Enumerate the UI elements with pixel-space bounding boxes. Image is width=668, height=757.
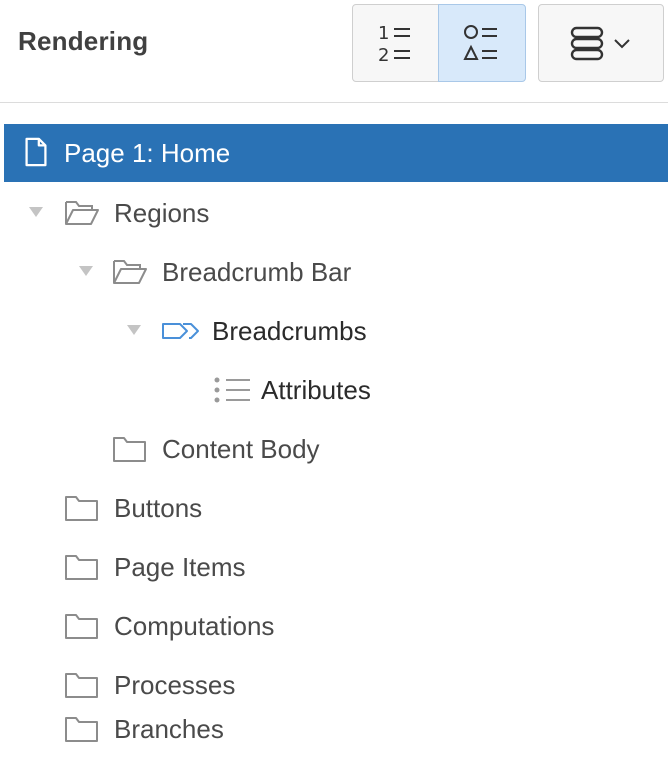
tree-node-computations[interactable]: Computations	[0, 597, 668, 655]
tree-node-label: Content Body	[162, 434, 320, 464]
folder-icon	[65, 555, 98, 580]
tree-node-label: Branches	[114, 714, 224, 744]
panel-title: Rendering	[18, 26, 149, 56]
folder-open-icon	[113, 260, 147, 284]
tree-node-content-body[interactable]: Content Body	[0, 420, 668, 478]
database-stack-icon	[570, 26, 604, 61]
tree-node-label: Page 1: Home	[64, 138, 231, 168]
group-by-component-type-button[interactable]	[438, 4, 526, 82]
expanded-triangle-icon[interactable]	[124, 320, 144, 340]
tree-node-label: Attributes	[261, 375, 371, 405]
svg-text:2: 2	[378, 45, 389, 65]
tree-node-branches[interactable]: Branches	[0, 699, 668, 757]
numbered-list-icon: 1 2	[378, 23, 410, 65]
show-processing-order-button[interactable]: 1 2	[352, 4, 439, 82]
tree-node-page-items[interactable]: Page Items	[0, 538, 668, 596]
expanded-triangle-icon[interactable]	[26, 202, 46, 222]
tree-node-breadcrumbs[interactable]: Breadcrumbs	[0, 302, 668, 360]
expanded-triangle-icon[interactable]	[76, 261, 96, 281]
tree-node-attributes[interactable]: Attributes	[0, 361, 668, 419]
svg-text:1: 1	[378, 23, 389, 44]
tree-node-label: Processes	[114, 670, 236, 700]
folder-icon	[65, 673, 98, 698]
tree-node-label: Breadcrumbs	[212, 316, 367, 346]
chevron-down-icon	[614, 39, 630, 49]
breadcrumb-icon	[162, 323, 199, 339]
tree-node-label: Page Items	[114, 552, 246, 582]
page-icon	[25, 137, 47, 167]
tree-node-label: Regions	[114, 198, 210, 228]
folder-icon	[65, 614, 98, 639]
tree-node-label: Computations	[114, 611, 275, 641]
tree-node-label: Buttons	[114, 493, 203, 523]
tree-node-regions[interactable]: Regions	[0, 184, 668, 242]
attributes-list-icon	[214, 377, 250, 403]
folder-icon	[113, 437, 146, 462]
folder-icon	[65, 717, 98, 742]
folder-icon	[65, 496, 98, 521]
tree-node-label: Breadcrumb Bar	[162, 257, 352, 287]
tree-node-buttons[interactable]: Buttons	[0, 479, 668, 537]
folder-open-icon	[65, 201, 99, 225]
panel-header: Rendering 1 2	[0, 0, 668, 103]
view-menu-button[interactable]	[538, 4, 664, 82]
component-type-list-icon	[463, 25, 497, 60]
tree-node-page-home[interactable]: Page 1: Home	[4, 124, 668, 182]
rendering-panel: Rendering 1 2 Page 1: Home Regions Bread…	[0, 0, 668, 757]
tree-node-breadcrumb-bar[interactable]: Breadcrumb Bar	[0, 243, 668, 301]
